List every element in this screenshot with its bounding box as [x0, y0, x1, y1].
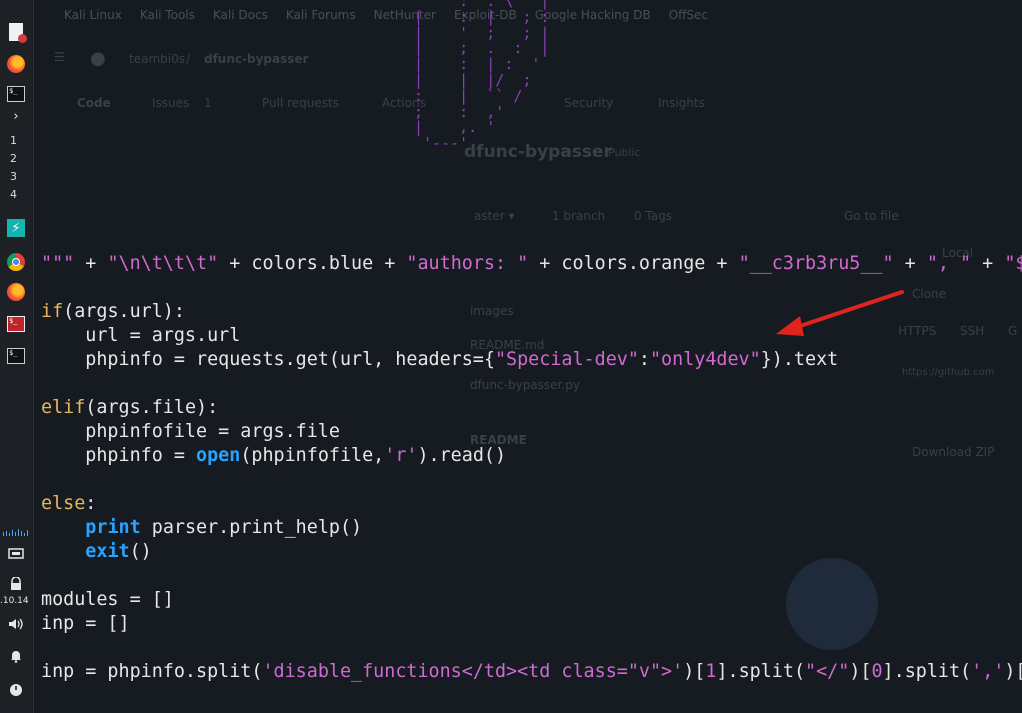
code-line: print parser.print_help(): [85, 517, 363, 538]
code-line: phpinfo = open(phpinfofile,'r').read(): [41, 445, 507, 466]
repo-name[interactable]: dfunc-bypasser: [204, 52, 308, 66]
taskbar-dock: $_ › 1 2 3 4 ⚡ $_ $_ .10.14: [0, 0, 34, 713]
branch-selector[interactable]: aster ▾: [474, 209, 514, 223]
code-line: inp = phpinfo.split('disable_functions</…: [41, 661, 1022, 682]
workspace-4[interactable]: 4: [10, 188, 17, 201]
code-line: inp = []: [41, 613, 130, 634]
bolt-icon[interactable]: ⚡: [6, 218, 26, 238]
lock-icon[interactable]: [6, 574, 26, 594]
power-icon[interactable]: [6, 680, 26, 700]
red-arrow-annotation: [776, 290, 904, 336]
menu-icon[interactable]: ☰: [54, 50, 65, 64]
code-line: phpinfo = requests.get(url, headers={"Sp…: [41, 349, 839, 370]
repo-owner[interactable]: teambi0s: [129, 52, 185, 66]
code-line: url = args.url: [41, 325, 241, 346]
github-logo-icon[interactable]: ●: [90, 48, 106, 69]
bookmark-item[interactable]: Google Hacking DB: [535, 8, 651, 22]
workspace-2[interactable]: 2: [10, 152, 17, 165]
notification-bell-icon[interactable]: [6, 646, 26, 666]
bookmark-item[interactable]: Kali Forums: [286, 8, 356, 22]
bookmark-item[interactable]: OffSec: [669, 8, 708, 22]
code-line: modules = []: [41, 589, 174, 610]
tags-count[interactable]: 0 Tags: [634, 209, 672, 223]
go-to-file-button[interactable]: Go to file: [844, 209, 899, 223]
tab-issues[interactable]: Issues: [152, 96, 189, 110]
tab-insights[interactable]: Insights: [658, 96, 705, 110]
bookmark-item[interactable]: Kali Tools: [140, 8, 195, 22]
code-line: phpinfofile = args.file: [41, 421, 340, 442]
visibility-badge: Public: [608, 146, 641, 159]
branch-count[interactable]: 1 branch: [552, 209, 605, 223]
code-line: elif(args.file):: [41, 397, 219, 418]
firefox-icon[interactable]: [6, 54, 26, 74]
network-graph: [3, 529, 28, 536]
bookmark-item[interactable]: Kali Docs: [213, 8, 268, 22]
bookmark-item[interactable]: Kali Linux: [64, 8, 122, 22]
tab-security[interactable]: Security: [564, 96, 613, 110]
ip-address: .10.14: [0, 596, 29, 606]
code-line: else:: [41, 493, 97, 514]
volume-icon[interactable]: [6, 614, 26, 634]
terminal-icon[interactable]: $_: [6, 346, 26, 366]
chevron-right-icon[interactable]: ›: [6, 106, 26, 126]
ascii-art-banner: ' : . \ | | : | ; : | ' ; ; | | ; . : | …: [414, 0, 550, 153]
breadcrumb-separator: /: [186, 52, 191, 66]
firefox-icon[interactable]: [6, 282, 26, 302]
workspace-1[interactable]: 1: [10, 134, 17, 147]
terminal-icon[interactable]: $_: [6, 84, 26, 104]
code-line: exit(): [85, 541, 152, 562]
chrome-icon[interactable]: [6, 252, 26, 272]
root-terminal-icon[interactable]: $_: [6, 314, 26, 334]
document-icon[interactable]: [6, 22, 27, 43]
tab-code[interactable]: Code: [77, 96, 111, 110]
code-line: if(args.url):: [41, 301, 185, 322]
tab-pull-requests[interactable]: Pull requests: [262, 96, 339, 110]
network-icon[interactable]: [6, 544, 26, 564]
workspace-3[interactable]: 3: [10, 170, 17, 183]
code-line: """ + "\n\t\t\t" + colors.blue + "author…: [41, 253, 1022, 274]
issues-count: 1: [204, 96, 212, 110]
